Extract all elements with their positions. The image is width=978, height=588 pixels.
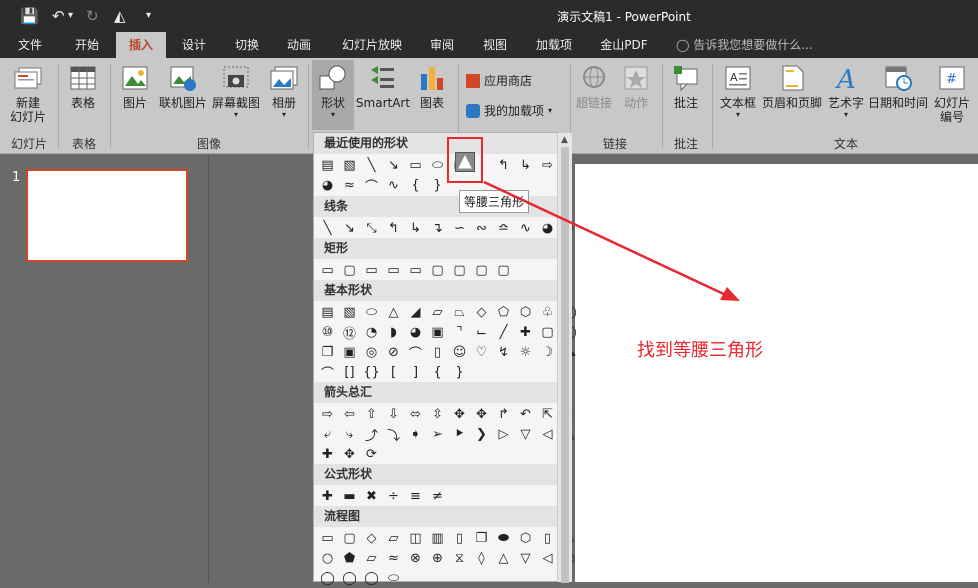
- annotation-text: 找到等腰三角形: [637, 340, 763, 361]
- annotation-arrow: [483, 180, 740, 301]
